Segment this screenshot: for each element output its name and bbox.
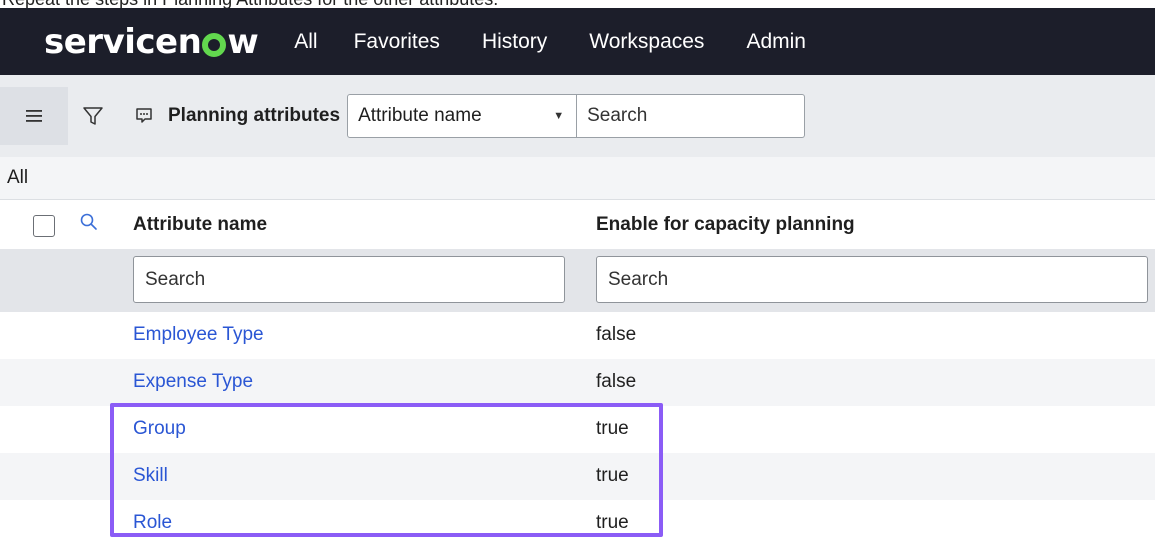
list-toolbar: Planning attributes Attribute name ▼ Sea…	[0, 75, 1155, 157]
enable-value: false	[596, 371, 637, 392]
enable-value: true	[596, 512, 629, 533]
logo-text-left: servicen	[44, 21, 202, 62]
attribute-link[interactable]: Expense Type	[133, 371, 253, 393]
search-field-select[interactable]: Attribute name ▼	[347, 94, 578, 138]
enable-value: true	[596, 418, 629, 439]
filter-button[interactable]	[82, 105, 104, 127]
instruction-caption: Repeat the steps in Planning Attributes …	[0, 0, 1155, 8]
table-row: Employee Type false	[0, 312, 1155, 359]
table-row: Expense Type false	[0, 359, 1155, 406]
enable-value: true	[596, 465, 629, 486]
table-row: Group true	[0, 406, 1155, 453]
search-field-select-value: Attribute name	[358, 105, 482, 126]
filter-funnel-icon	[83, 107, 103, 125]
nav-item-admin[interactable]: Admin	[746, 30, 806, 54]
nav-item-history[interactable]: History	[482, 30, 547, 54]
chat-button[interactable]	[134, 106, 154, 126]
breadcrumb: All	[0, 157, 1155, 200]
attribute-link[interactable]: Skill	[133, 465, 168, 487]
attribute-link[interactable]: Role	[133, 512, 172, 534]
column-header-attribute-name[interactable]: Attribute name	[133, 214, 267, 236]
list-menu-button[interactable]	[0, 87, 68, 145]
enable-value: false	[596, 324, 637, 345]
chevron-down-icon: ▼	[553, 110, 565, 122]
table-row: Role true	[0, 500, 1155, 538]
column-search-row: Search Search	[0, 249, 1155, 312]
servicenow-logo[interactable]: servicen w	[44, 21, 259, 62]
column-header-row: Attribute name Enable for capacity plann…	[0, 201, 1155, 249]
hamburger-icon	[26, 110, 42, 122]
column-search-toggle[interactable]	[79, 212, 99, 237]
attribute-name-search-input[interactable]: Search	[133, 256, 565, 303]
nav-menu: All Favorites History Workspaces Admin	[294, 30, 848, 54]
chat-bubble-icon	[136, 108, 152, 123]
nav-item-favorites[interactable]: Favorites	[354, 30, 440, 54]
logo-o-ring	[202, 32, 227, 57]
list-title: Planning attributes	[168, 105, 341, 126]
attribute-link[interactable]: Employee Type	[133, 324, 264, 346]
search-icon	[80, 213, 97, 230]
top-navigation-bar: servicen w All Favorites History Workspac…	[0, 8, 1155, 75]
select-all-checkbox[interactable]	[33, 215, 55, 237]
table-row: Skill true	[0, 453, 1155, 500]
nav-item-workspaces[interactable]: Workspaces	[589, 30, 704, 54]
list-search-input[interactable]: Search	[577, 94, 806, 138]
caption-text: Repeat the steps in Planning Attributes …	[2, 0, 498, 8]
column-header-enable-capacity-planning[interactable]: Enable for capacity planning	[596, 214, 855, 236]
breadcrumb-all[interactable]: All	[7, 167, 28, 189]
enable-capacity-search-input[interactable]: Search	[596, 256, 1148, 303]
logo-text-right: w	[227, 21, 259, 62]
nav-item-all[interactable]: All	[294, 30, 317, 54]
table-body: Employee Type false Expense Type false G…	[0, 312, 1155, 538]
attribute-link[interactable]: Group	[133, 418, 186, 440]
